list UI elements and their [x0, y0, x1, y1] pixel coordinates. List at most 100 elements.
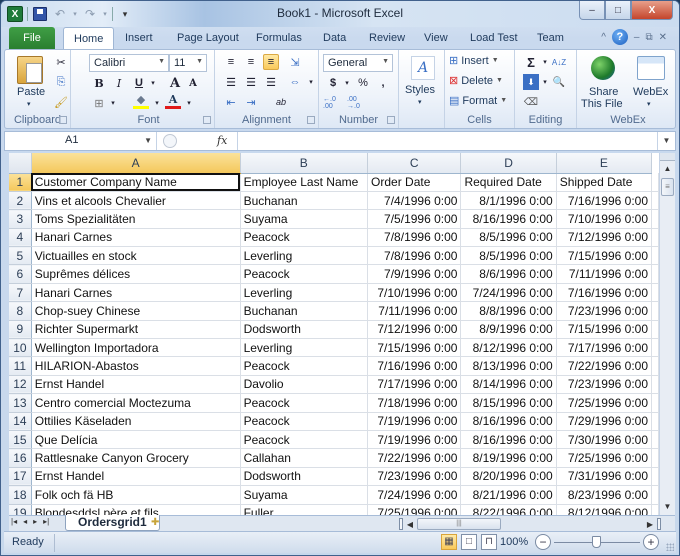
- comma-button[interactable]: ,: [375, 75, 391, 91]
- cell[interactable]: 8/12/1996 0:00: [460, 338, 557, 358]
- cell[interactable]: [651, 301, 659, 321]
- scroll-right-button[interactable]: ▶: [645, 520, 655, 529]
- merge-center-button[interactable]: ⇔: [287, 74, 303, 90]
- share-file-icon[interactable]: [591, 56, 615, 80]
- cell[interactable]: 7/19/1996 0:00: [367, 430, 462, 450]
- cell[interactable]: [651, 228, 659, 248]
- delete-cells-button[interactable]: ⊠ Delete ▼: [449, 74, 503, 88]
- cell[interactable]: 7/17/1996 0:00: [367, 375, 462, 395]
- cell[interactable]: Ernst Handel: [31, 375, 241, 395]
- row-header[interactable]: 9: [9, 320, 32, 340]
- cell[interactable]: 7/25/1996 0:00: [556, 393, 653, 413]
- alignment-launcher-icon[interactable]: [307, 116, 315, 124]
- formula-bar-resize-handle[interactable]: [163, 134, 177, 148]
- row-header[interactable]: 4: [9, 228, 32, 248]
- select-all-button[interactable]: [9, 153, 32, 174]
- font-name-select[interactable]: Calibri ▼: [89, 54, 169, 72]
- cell[interactable]: [651, 209, 659, 229]
- cell[interactable]: Ottilies Käseladen: [31, 412, 241, 431]
- row-header[interactable]: 12: [9, 375, 32, 395]
- cell[interactable]: [651, 412, 659, 431]
- row-header[interactable]: 13: [9, 393, 32, 413]
- cell[interactable]: Peacock: [240, 412, 369, 431]
- styles-icon[interactable]: A: [411, 56, 435, 80]
- cell[interactable]: 8/16/1996 0:00: [460, 209, 557, 229]
- zoom-in-button[interactable]: +: [643, 534, 659, 550]
- grow-font-button[interactable]: A: [167, 75, 183, 91]
- cell[interactable]: Leverling: [240, 283, 369, 303]
- cell[interactable]: 7/18/1996 0:00: [367, 393, 462, 413]
- cell[interactable]: 7/11/1996 0:00: [556, 264, 653, 284]
- clipboard-launcher-icon[interactable]: [59, 116, 67, 124]
- cell[interactable]: 8/22/1996 0:00: [460, 504, 557, 515]
- styles-dropdown[interactable]: ▾: [418, 98, 422, 106]
- wrap-text-button[interactable]: ⇲: [287, 54, 303, 70]
- workbook-restore-icon[interactable]: ⧉: [645, 32, 652, 43]
- tab-load-test[interactable]: Load Test: [460, 27, 528, 49]
- italic-button[interactable]: I: [111, 75, 127, 91]
- format-painter-icon[interactable]: 🖌: [53, 94, 69, 110]
- cell[interactable]: 7/12/1996 0:00: [556, 228, 653, 248]
- cell[interactable]: Victuailles en stock: [31, 246, 241, 266]
- collapse-ribbon-icon[interactable]: ^: [601, 32, 606, 43]
- workbook-close-icon[interactable]: ✕: [659, 32, 667, 43]
- cell[interactable]: 8/9/1996 0:00: [460, 320, 557, 340]
- vertical-scroll-thumb[interactable]: ≡: [661, 178, 674, 196]
- cell[interactable]: Leverling: [240, 338, 369, 358]
- webex-button[interactable]: WebEx: [633, 86, 668, 98]
- cell[interactable]: 7/12/1996 0:00: [367, 320, 462, 340]
- row-header[interactable]: 2: [9, 191, 32, 211]
- row-header[interactable]: 1: [9, 173, 32, 192]
- cell[interactable]: [651, 320, 659, 340]
- resize-grip-icon[interactable]: [666, 543, 674, 551]
- cell[interactable]: Leverling: [240, 246, 369, 266]
- cell[interactable]: 8/15/1996 0:00: [460, 393, 557, 413]
- copy-icon[interactable]: ⎘: [53, 74, 69, 90]
- cell[interactable]: Davolio: [240, 375, 369, 395]
- find-select-button[interactable]: 🔍: [551, 74, 567, 90]
- fill-color-dropdown[interactable]: ▾: [149, 95, 165, 111]
- scroll-down-button[interactable]: ▼: [660, 499, 675, 515]
- cell[interactable]: Peacock: [240, 393, 369, 413]
- group-styles[interactable]: A Styles ▾: [399, 50, 445, 128]
- row-header[interactable]: 17: [9, 467, 32, 487]
- sheet-tab-ordersgrid1[interactable]: Ordersgrid1: [65, 515, 160, 531]
- borders-dropdown[interactable]: ▾: [105, 95, 121, 111]
- cell[interactable]: Buchanan: [240, 301, 369, 321]
- cut-icon[interactable]: ✂: [53, 54, 69, 70]
- sort-filter-button[interactable]: A↓Z: [549, 54, 569, 70]
- cell[interactable]: 7/23/1996 0:00: [367, 467, 462, 487]
- cell[interactable]: [651, 246, 659, 266]
- paste-icon[interactable]: [17, 56, 43, 84]
- tab-review[interactable]: Review: [359, 27, 415, 49]
- format-cells-button[interactable]: ▤ Format ▼: [449, 94, 507, 108]
- row-header[interactable]: 19: [9, 504, 32, 515]
- vertical-split-handle[interactable]: [660, 153, 675, 161]
- normal-view-button[interactable]: ▦: [441, 534, 457, 550]
- cell[interactable]: 7/11/1996 0:00: [367, 301, 462, 321]
- cell[interactable]: 7/25/1996 0:00: [556, 448, 653, 468]
- cell[interactable]: HILARION-Abastos: [31, 356, 241, 376]
- column-header-c[interactable]: C: [367, 153, 462, 174]
- cell[interactable]: [651, 264, 659, 284]
- formula-input[interactable]: [237, 132, 655, 150]
- column-header-e[interactable]: E: [556, 153, 653, 174]
- cell[interactable]: Ernst Handel: [31, 467, 241, 487]
- tab-view[interactable]: View: [414, 27, 458, 49]
- cell[interactable]: [651, 504, 659, 515]
- cell[interactable]: 7/29/1996 0:00: [556, 412, 653, 431]
- cell[interactable]: 7/22/1996 0:00: [367, 448, 462, 468]
- cell[interactable]: 8/16/1996 0:00: [460, 412, 557, 431]
- cell[interactable]: Centro comercial Moctezuma: [31, 393, 241, 413]
- number-format-select[interactable]: General ▼: [323, 54, 393, 72]
- cell[interactable]: [651, 338, 659, 358]
- cell[interactable]: Vins et alcools Chevalier: [31, 191, 241, 211]
- cell[interactable]: 7/15/1996 0:00: [556, 246, 653, 266]
- cell[interactable]: 7/31/1996 0:00: [556, 467, 653, 487]
- close-button[interactable]: X: [631, 1, 673, 20]
- cell[interactable]: Peacock: [240, 264, 369, 284]
- row-header[interactable]: 8: [9, 301, 32, 321]
- tab-data[interactable]: Data: [313, 27, 356, 49]
- horizontal-split-handle[interactable]: [399, 518, 403, 530]
- fill-color-button[interactable]: ◆: [133, 93, 149, 109]
